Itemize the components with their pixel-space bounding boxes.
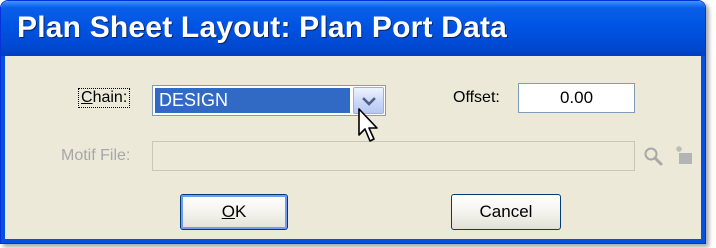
cancel-button[interactable]: Cancel <box>451 194 561 230</box>
offset-label: Offset: <box>453 89 500 106</box>
chain-label: Chain: <box>77 88 131 108</box>
motif-file-label: Motif File: <box>61 147 131 164</box>
chevron-down-icon <box>362 97 376 106</box>
new-file-icon[interactable] <box>673 144 697 166</box>
window-frame-left <box>1 56 5 243</box>
chain-combobox[interactable]: DESIGN <box>152 85 386 116</box>
chain-label-mnemonic: C <box>81 89 93 106</box>
title-bar[interactable]: Plan Sheet Layout: Plan Port Data <box>1 1 705 56</box>
window-frame-right <box>701 56 705 243</box>
offset-input[interactable]: 0.00 <box>518 83 635 113</box>
ok-button-label: K <box>234 202 247 221</box>
mouse-pointer-icon <box>358 108 378 142</box>
ok-button[interactable]: OK <box>180 194 288 230</box>
plan-port-data-dialog: Plan Sheet Layout: Plan Port Data Chain:… <box>0 0 706 244</box>
chain-selected-value[interactable]: DESIGN <box>155 88 350 113</box>
dialog-title: Plan Sheet Layout: Plan Port Data <box>17 11 508 44</box>
magnifier-icon[interactable] <box>643 146 665 166</box>
chain-label-text: hain: <box>92 89 128 106</box>
window-frame-bottom <box>1 239 705 243</box>
motif-file-input[interactable] <box>152 141 635 171</box>
ok-button-mnemonic: O <box>221 202 235 221</box>
